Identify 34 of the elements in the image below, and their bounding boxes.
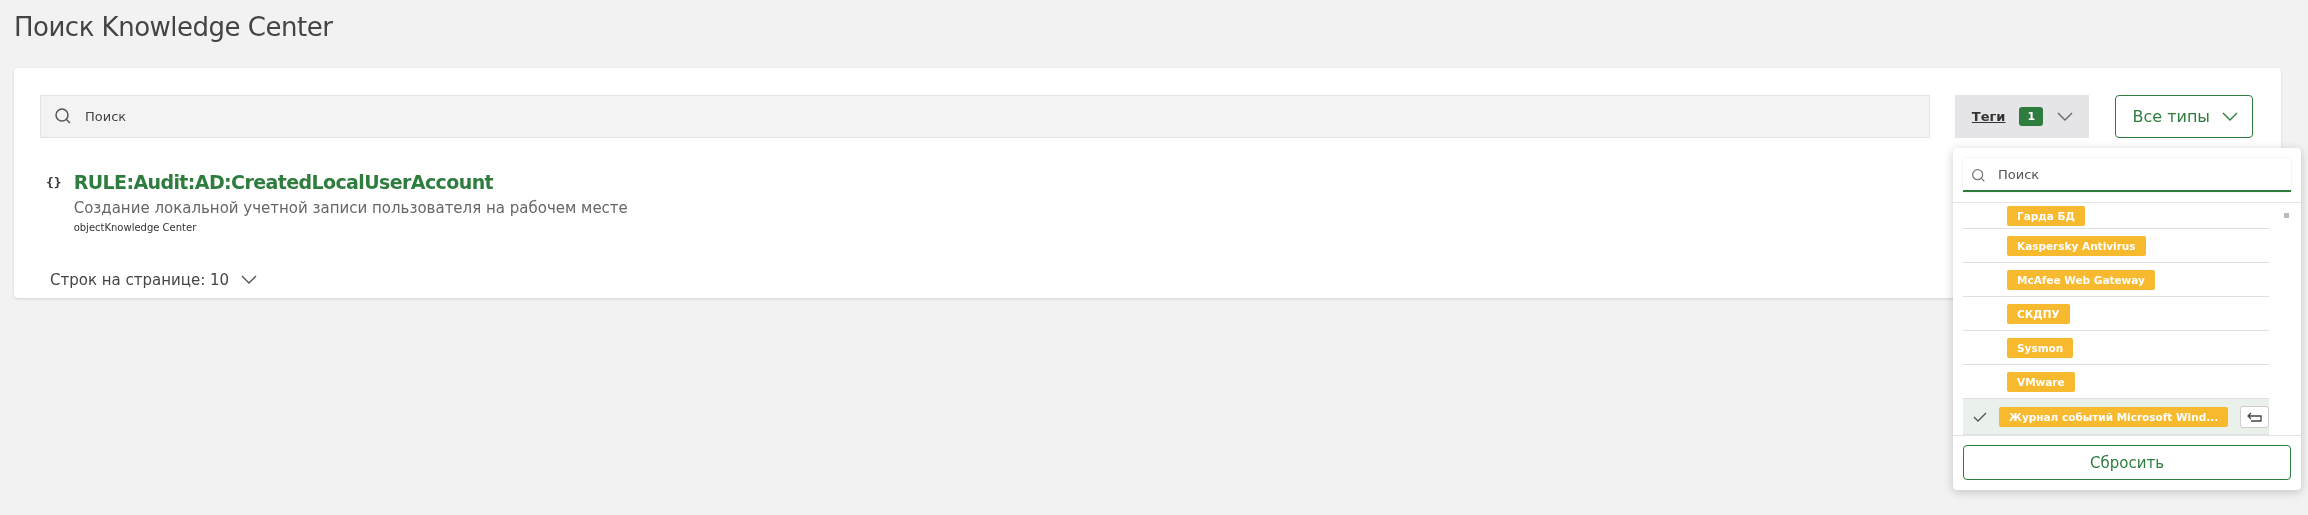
chevron-down-icon [241,275,258,285]
tag-option[interactable]: McAfee Web Gateway [1963,263,2269,297]
rows-per-page-dropdown[interactable]: Строк на странице: 10 [50,271,258,289]
tag-label: VMware [2007,371,2075,392]
result-title-link[interactable]: RULE:Audit:AD:CreatedLocalUserAccount [73,171,628,193]
search-icon [1971,168,1986,183]
tag-search-field[interactable]: Поиск [1963,158,2291,192]
search-field[interactable]: Поиск [40,95,1931,138]
page-title: Поиск Knowledge Center [14,12,334,44]
type-filter-button[interactable]: Все типы [2115,95,2253,138]
tag-option[interactable]: СКДПУ [1963,297,2269,331]
search-icon [54,107,72,125]
tag-option[interactable]: Гарда БД [1963,203,2269,229]
tag-label: Kaspersky Antivirus [2007,235,2146,256]
tag-label: Sysmon [2007,337,2074,358]
reset-button[interactable]: Сбросить [1963,445,2291,480]
tag-label: СКДПУ [2007,303,2070,324]
tag-label: McAfee Web Gateway [2007,269,2155,290]
tag-option[interactable]: Sysmon [1963,331,2269,365]
result-source: objectKnowledge Center [73,222,198,233]
check-icon [1973,411,1987,422]
scrollbar-thumb[interactable] [2284,213,2289,218]
tag-option[interactable]: Журнал событий Microsoft Wind... [1963,399,2269,435]
result-description: Создание локальной учетной записи пользователя на рабочем месте [73,199,628,217]
braces-icon: {} [46,171,62,233]
return-arrow-icon [2245,410,2264,423]
tag-label: Гарда БД [2007,205,2085,226]
tag-label: Журнал событий Microsoft Wind... [1999,406,2229,427]
return-icon-button[interactable] [2240,405,2269,428]
count-badge: 1 [2019,107,2044,126]
tag-option[interactable]: Kaspersky Antivirus [1963,229,2269,263]
chevron-down-icon [2222,111,2238,122]
chevron-down-icon [2057,111,2074,122]
tags-filter-button[interactable]: Теги 1 [1955,95,2090,138]
